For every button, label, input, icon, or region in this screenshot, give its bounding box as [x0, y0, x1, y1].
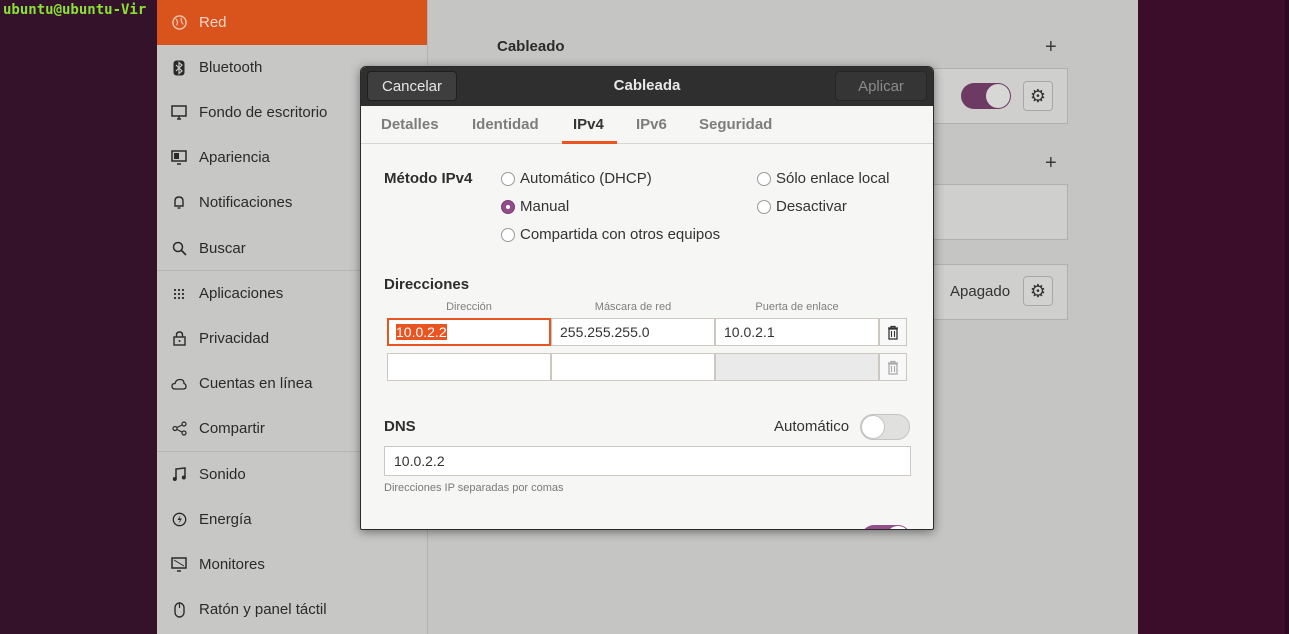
- power-icon: [171, 512, 187, 528]
- dns-auto-label: Automático: [774, 418, 850, 435]
- addresses-label: Direcciones: [384, 276, 470, 293]
- desktop-edge: [1285, 0, 1289, 634]
- radio-label: Manual: [520, 198, 570, 215]
- sidebar-item-label: Bluetooth: [199, 59, 263, 76]
- search-icon: [171, 241, 187, 257]
- sidebar-item-label: Notificaciones: [199, 194, 293, 211]
- gateway-field-empty[interactable]: [715, 353, 879, 381]
- gateway-field[interactable]: 10.0.2.1: [715, 318, 879, 346]
- radio-label: Automático (DHCP): [520, 170, 652, 187]
- terminal-window: ubuntu@ubuntu-Vir: [0, 0, 157, 634]
- radio-link-local[interactable]: Sólo enlace local: [757, 170, 889, 187]
- sidebar-item-red[interactable]: Red: [157, 0, 427, 45]
- desktop-background: [1138, 0, 1289, 634]
- bluetooth-icon: [171, 60, 187, 76]
- wired-toggle[interactable]: [961, 83, 1011, 109]
- tab-identidad[interactable]: Identidad: [472, 116, 539, 133]
- radio-shared[interactable]: Compartida con otros equipos: [501, 226, 720, 243]
- netmask-field[interactable]: 255.255.255.0: [551, 318, 715, 346]
- sidebar-item-label: Sonido: [199, 466, 246, 483]
- sidebar-item-label: Aplicaciones: [199, 285, 284, 302]
- radio-button[interactable]: [501, 171, 515, 186]
- sidebar-item-label: Buscar: [199, 240, 246, 257]
- dns-hint: Direcciones IP separadas por comas: [384, 482, 564, 494]
- ipv4-method-label: Método IPv4: [384, 170, 473, 187]
- radio-label: Desactivar: [776, 198, 847, 215]
- radio-button[interactable]: [757, 171, 771, 186]
- selected-text: 10.0.2.2: [396, 324, 447, 340]
- lock-icon: [171, 331, 187, 347]
- cloud-icon: [171, 376, 187, 392]
- radio-dhcp[interactable]: Automático (DHCP): [501, 170, 652, 187]
- radio-disable[interactable]: Desactivar: [757, 198, 847, 215]
- netmask-field-empty[interactable]: [551, 353, 715, 381]
- terminal-prompt: ubuntu@ubuntu-Vir: [3, 2, 147, 18]
- delete-row-trash-icon[interactable]: [879, 318, 907, 346]
- sidebar-item-monitores[interactable]: Monitores: [157, 542, 427, 587]
- sidebar-item-label: Fondo de escritorio: [199, 104, 328, 121]
- sidebar-item-label: Cuentas en línea: [199, 375, 313, 392]
- wired-connection-dialog: Cancelar Cableada Aplicar Detalles Ident…: [360, 66, 934, 530]
- globe-icon: [171, 15, 187, 31]
- sidebar-item-label: Compartir: [199, 420, 265, 437]
- apply-button[interactable]: Aplicar: [835, 71, 927, 101]
- share-icon: [171, 421, 187, 437]
- sidebar-item-label: Red: [199, 14, 227, 31]
- tab-ipv6[interactable]: IPv6: [636, 116, 667, 133]
- appearance-icon: [171, 150, 187, 166]
- dialog-tabs: Detalles Identidad IPv4 IPv6 Seguridad: [361, 106, 933, 144]
- address-field-empty[interactable]: [387, 353, 551, 381]
- radio-label: Compartida con otros equipos: [520, 226, 721, 243]
- bell-icon: [171, 195, 187, 211]
- add-vpn-icon[interactable]: +: [1045, 153, 1057, 173]
- radio-button[interactable]: [501, 227, 515, 242]
- dns-label: DNS: [384, 418, 416, 435]
- add-wired-icon[interactable]: +: [1045, 37, 1057, 57]
- active-tab-indicator: [562, 141, 617, 144]
- proxy-status: Apagado: [950, 283, 1011, 300]
- column-header-netmask: Máscara de red: [594, 301, 672, 313]
- wired-section-title: Cableado: [497, 38, 565, 55]
- sidebar-item-label: Apariencia: [199, 149, 270, 166]
- sidebar-item-label: Privacidad: [199, 330, 270, 347]
- radio-label: Sólo enlace local: [776, 170, 890, 187]
- delete-row-trash-icon: [879, 353, 907, 381]
- mouse-icon: [171, 601, 187, 618]
- tab-detalles[interactable]: Detalles: [381, 116, 439, 133]
- routes-auto-toggle[interactable]: [861, 525, 911, 529]
- tab-seguridad[interactable]: Seguridad: [699, 116, 772, 133]
- column-header-address: Dirección: [446, 301, 492, 313]
- dialog-titlebar: Cancelar Cableada Aplicar: [361, 67, 933, 106]
- proxy-settings-gear-icon[interactable]: ⚙: [1023, 276, 1053, 306]
- sidebar-item-label: Energía: [199, 511, 252, 528]
- dns-auto-toggle[interactable]: [860, 414, 910, 440]
- apps-grid-icon: [171, 286, 187, 302]
- music-note-icon: [171, 467, 187, 483]
- address-field[interactable]: 10.0.2.2: [387, 318, 551, 346]
- sidebar-item-label: Ratón y panel táctil: [199, 601, 327, 618]
- display-icon: [171, 557, 187, 573]
- sidebar-item-label: Monitores: [199, 556, 265, 573]
- radio-button[interactable]: [501, 199, 515, 214]
- radio-manual[interactable]: Manual: [501, 198, 569, 215]
- monitor-icon: [171, 105, 187, 121]
- column-header-gateway: Puerta de enlace: [755, 301, 839, 313]
- sidebar-item-raton[interactable]: Ratón y panel táctil: [157, 587, 427, 632]
- radio-button[interactable]: [757, 199, 771, 214]
- dns-input[interactable]: 10.0.2.2: [384, 446, 911, 476]
- tab-ipv4[interactable]: IPv4: [573, 116, 604, 133]
- wired-settings-gear-icon[interactable]: ⚙: [1023, 81, 1053, 111]
